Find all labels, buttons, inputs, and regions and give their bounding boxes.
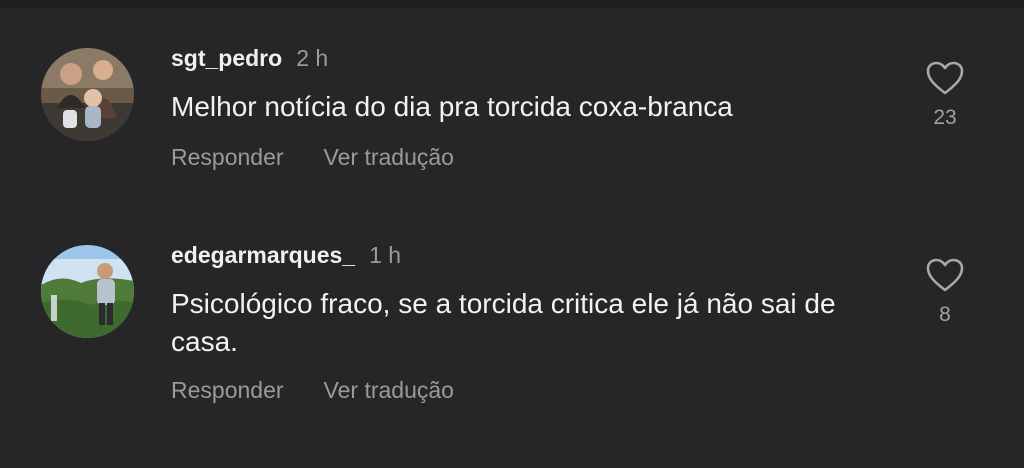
avatar[interactable] xyxy=(41,48,134,141)
comments-screen: sgt_pedro 2 h Melhor notícia do dia pra t… xyxy=(0,0,1024,468)
comment-actions: Responder Ver tradução xyxy=(171,144,454,171)
reply-button[interactable]: Responder xyxy=(171,377,284,403)
heart-outline-icon xyxy=(926,258,964,292)
heart-outline-icon xyxy=(926,61,964,95)
translate-button[interactable]: Ver tradução xyxy=(324,144,454,170)
like-button[interactable]: 23 xyxy=(922,60,968,130)
translate-button[interactable]: Ver tradução xyxy=(324,377,454,403)
comment-text: Psicológico fraco, se a torcida critica … xyxy=(171,288,836,357)
like-button[interactable]: 8 xyxy=(922,257,968,327)
like-count: 23 xyxy=(933,106,957,129)
comment-text: Melhor notícia do dia pra torcida coxa-b… xyxy=(171,91,733,122)
comment-meta: edegarmarques_ 1 h xyxy=(171,241,401,269)
username[interactable]: sgt_pedro xyxy=(171,45,282,71)
timestamp: 1 h xyxy=(369,242,402,268)
top-divider xyxy=(0,0,1024,8)
timestamp: 2 h xyxy=(296,45,329,71)
avatar-photo xyxy=(41,245,134,338)
like-count: 8 xyxy=(939,303,951,326)
avatar[interactable] xyxy=(41,245,134,338)
avatar-photo xyxy=(41,48,134,141)
comment-meta: sgt_pedro 2 h xyxy=(171,44,328,72)
reply-button[interactable]: Responder xyxy=(171,144,284,170)
comment-actions: Responder Ver tradução xyxy=(171,377,454,404)
username[interactable]: edegarmarques_ xyxy=(171,242,355,268)
